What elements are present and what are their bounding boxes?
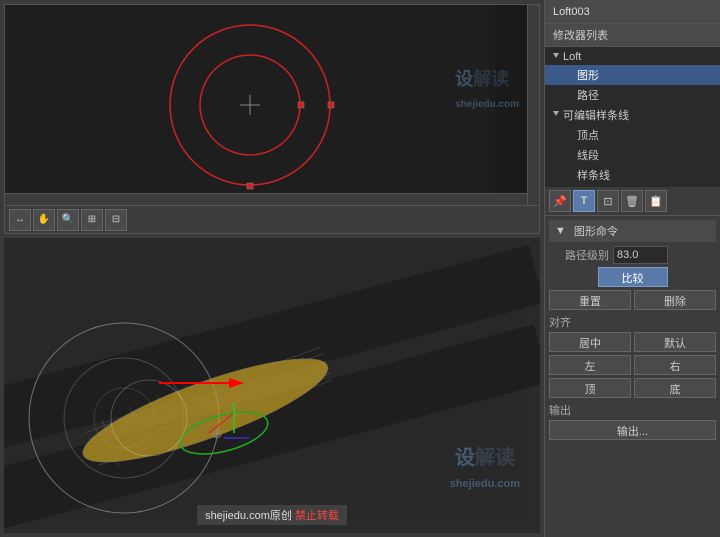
pin-icon-btn[interactable]: 📌 xyxy=(549,190,571,212)
reset-button[interactable]: 重置 xyxy=(549,290,631,310)
reset-delete-row: 重置 删除 xyxy=(549,290,716,310)
bottom-label: shejiedu.com原创 禁止转载 xyxy=(197,505,347,525)
left-right-row: 左 右 xyxy=(549,355,716,375)
bottom-viewport[interactable]: ⊕ 设解读 shejiedu.com shejiedu.com原创 禁止转载 xyxy=(4,238,540,533)
top-viewport[interactable]: 设解读 shejiedu.com ↔ ✋ 🔍 ⊞ ⊟ xyxy=(4,4,540,234)
path-level-label: 路径级别 xyxy=(549,247,609,263)
extra-btn[interactable]: ⊟ xyxy=(105,209,127,231)
expand-triangle: ▼ xyxy=(555,225,566,237)
default-button[interactable]: 默认 xyxy=(634,332,716,352)
delete-icon-btn[interactable]: 🗑 xyxy=(621,190,643,212)
circle-canvas xyxy=(5,5,495,225)
output-button[interactable]: 输出... xyxy=(549,420,716,440)
compare-button[interactable]: 比较 xyxy=(598,267,668,287)
loft-triangle xyxy=(553,53,559,61)
zoom-btn[interactable]: 🔍 xyxy=(57,209,79,231)
panel-title: Loft003 xyxy=(545,0,720,24)
align-label: 对齐 xyxy=(549,314,716,330)
hand-btn[interactable]: ✋ xyxy=(33,209,55,231)
spline-triangle xyxy=(553,111,559,119)
scene-3d-canvas: ⊕ xyxy=(4,238,540,533)
compare-row: 比较 xyxy=(549,267,716,287)
center-button[interactable]: 居中 xyxy=(549,332,631,352)
main-container: 设解读 shejiedu.com ↔ ✋ 🔍 ⊞ ⊟ xyxy=(0,0,720,537)
svg-text:⊕: ⊕ xyxy=(211,425,223,441)
top-bottom-row: 顶 底 xyxy=(549,378,716,398)
right-button[interactable]: 右 xyxy=(634,355,716,375)
paste-icon-btn[interactable]: 📋 xyxy=(645,190,667,212)
props-panel: ▼ 图形命令 路径级别 比较 重置 删除 对齐 居中 默认 xyxy=(545,216,720,537)
text-icon-btn[interactable]: T xyxy=(573,190,595,212)
modifier-list: Loft 图形 路径 可编辑样条线 顶点 xyxy=(545,47,720,187)
center-default-row: 居中 默认 xyxy=(549,332,716,352)
viewport-toolbar: ↔ ✋ 🔍 ⊞ ⊟ xyxy=(5,205,539,233)
output-label: 输出 xyxy=(549,402,716,418)
modifier-spline[interactable]: 样条线 xyxy=(545,165,720,185)
v-scrollbar[interactable] xyxy=(527,5,539,205)
pan-btn[interactable]: ↔ xyxy=(9,209,31,231)
box-icon-btn[interactable]: ⊡ xyxy=(597,190,619,212)
viewport-area: 设解读 shejiedu.com ↔ ✋ 🔍 ⊞ ⊟ xyxy=(0,0,544,537)
modifier-vertex[interactable]: 顶点 xyxy=(545,125,720,145)
h-scrollbar[interactable] xyxy=(5,193,539,205)
path-level-input[interactable] xyxy=(613,246,668,264)
modifier-path[interactable]: 路径 xyxy=(545,85,720,105)
title-text: Loft003 xyxy=(553,6,590,18)
path-level-row: 路径级别 xyxy=(549,246,716,264)
output-row: 输出... xyxy=(549,420,716,440)
bottom-button[interactable]: 底 xyxy=(634,378,716,398)
right-panel: Loft003 修改器列表 Loft 图形 路径 xyxy=(544,0,720,537)
modifier-segment[interactable]: 线段 xyxy=(545,145,720,165)
top-button[interactable]: 顶 xyxy=(549,378,631,398)
modifier-editable-spline[interactable]: 可编辑样条线 xyxy=(545,105,720,125)
shape-command-title[interactable]: ▼ 图形命令 xyxy=(549,220,716,242)
modifier-loft[interactable]: Loft xyxy=(545,49,720,65)
icon-toolbar: 📌 T ⊡ 🗑 📋 xyxy=(545,187,720,216)
modifier-list-title: 修改器列表 xyxy=(545,24,720,47)
modifier-shape[interactable]: 图形 xyxy=(545,65,720,85)
grid-btn[interactable]: ⊞ xyxy=(81,209,103,231)
left-button[interactable]: 左 xyxy=(549,355,631,375)
delete-button[interactable]: 删除 xyxy=(634,290,716,310)
